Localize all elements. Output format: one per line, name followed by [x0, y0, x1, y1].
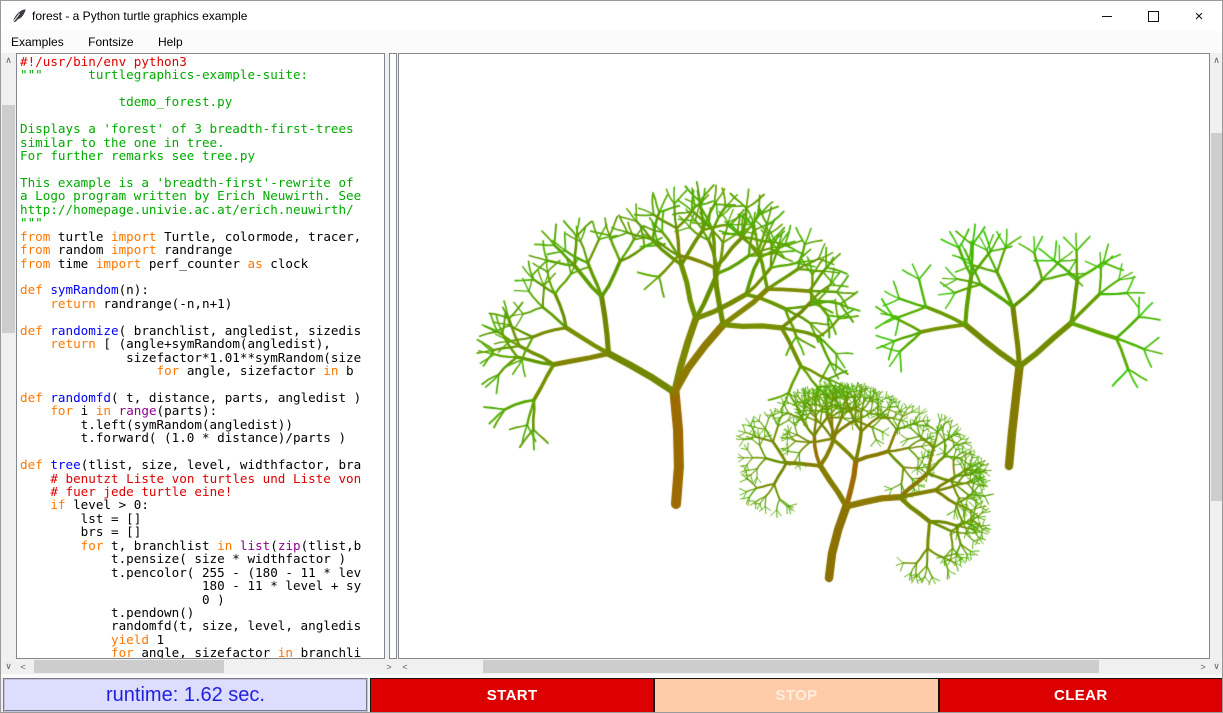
stop-button[interactable]: STOP	[655, 679, 937, 712]
close-button[interactable]: ×	[1176, 1, 1222, 31]
canvas-scroll-right-icon[interactable]: >	[1196, 659, 1210, 674]
code-scroll-left-icon[interactable]: <	[16, 659, 30, 674]
canvas-scroll-down-icon[interactable]: ∨	[1210, 659, 1223, 674]
minimize-icon	[1102, 16, 1112, 17]
canvas-vscroll-thumb[interactable]	[1211, 133, 1222, 501]
close-icon: ×	[1195, 9, 1204, 24]
window-title: forest - a Python turtle graphics exampl…	[32, 9, 247, 23]
pane-divider	[389, 53, 397, 659]
code-scroll-right-icon[interactable]: >	[382, 659, 396, 674]
code-vscroll-thumb[interactable]	[2, 105, 15, 333]
graphics-pane	[398, 53, 1210, 659]
menu-help[interactable]: Help	[148, 31, 193, 53]
maximize-icon	[1148, 11, 1159, 22]
canvas-scroll-left-icon[interactable]: <	[398, 659, 412, 674]
code-scroll-down-icon[interactable]: ∨	[1, 659, 16, 674]
menu-fontsize[interactable]: Fontsize	[78, 31, 143, 53]
runtime-text: runtime: 1.62 sec.	[106, 684, 265, 707]
runtime-label: runtime: 1.62 sec.	[3, 678, 368, 712]
turtle-canvas[interactable]	[399, 54, 1209, 658]
canvas-hscroll-thumb[interactable]	[483, 660, 1099, 673]
code-hscroll-thumb[interactable]	[34, 660, 224, 673]
menu-bar: Examples Fontsize Help	[1, 31, 1222, 53]
code-scroll-up-icon[interactable]: ∧	[1, 53, 16, 68]
control-button-row: START STOP CLEAR	[370, 678, 1223, 713]
clear-button[interactable]: CLEAR	[940, 679, 1222, 712]
canvas-scroll-up-icon[interactable]: ∧	[1210, 53, 1223, 67]
code-text[interactable]: #!/usr/bin/env python3""" turtlegraphics…	[16, 53, 385, 659]
title-bar[interactable]: forest - a Python turtle graphics exampl…	[1, 1, 1222, 31]
turtledemo-feather-icon	[11, 8, 27, 24]
maximize-button[interactable]	[1130, 1, 1176, 31]
start-button[interactable]: START	[371, 679, 653, 712]
minimize-button[interactable]	[1084, 1, 1130, 31]
menu-examples[interactable]: Examples	[1, 31, 74, 53]
app-window: forest - a Python turtle graphics exampl…	[0, 0, 1223, 713]
